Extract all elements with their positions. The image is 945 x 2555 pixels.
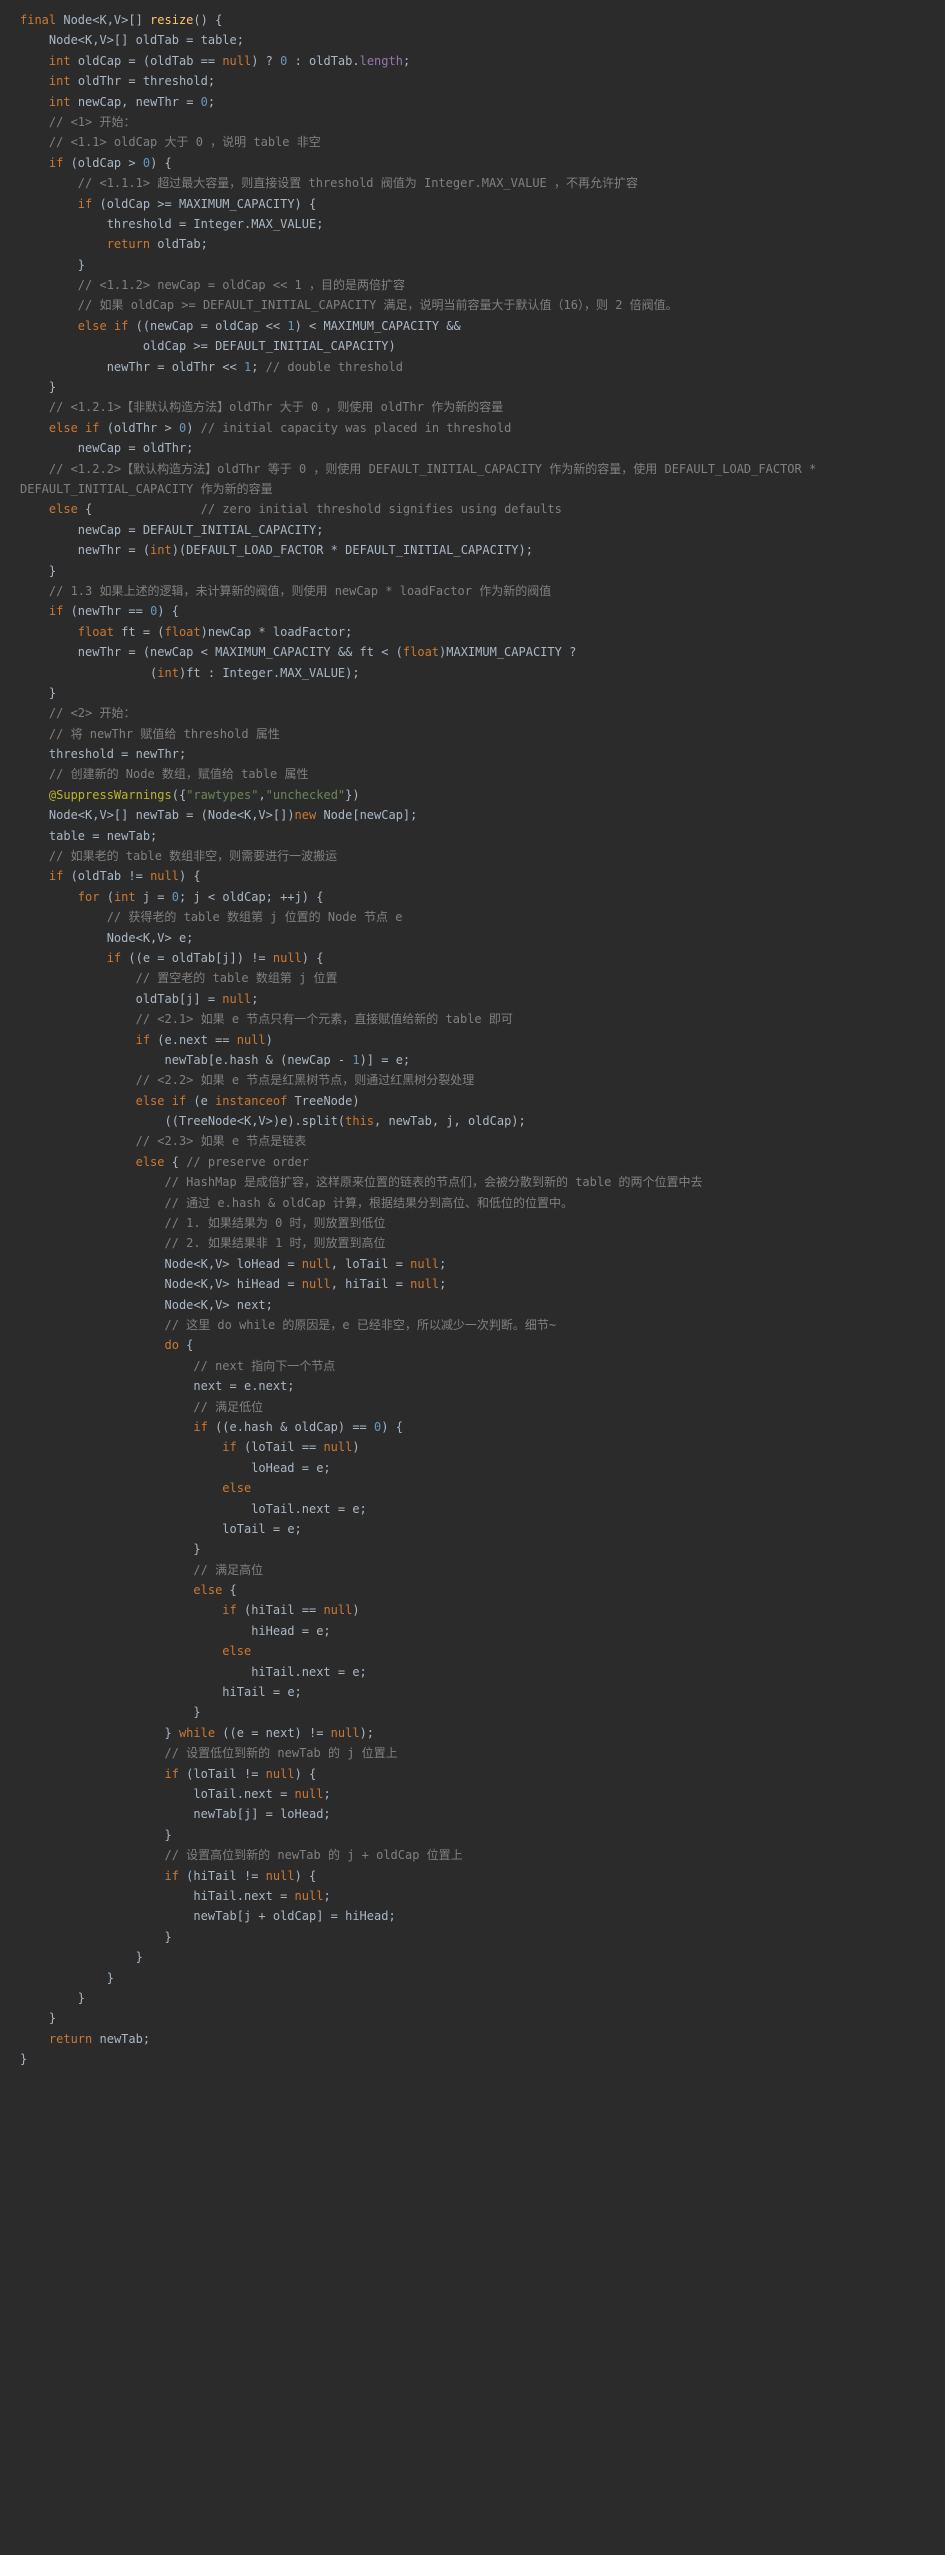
code-block: final Node<K,V>[] resize() { Node<K,V>[]… <box>20 10 925 2069</box>
